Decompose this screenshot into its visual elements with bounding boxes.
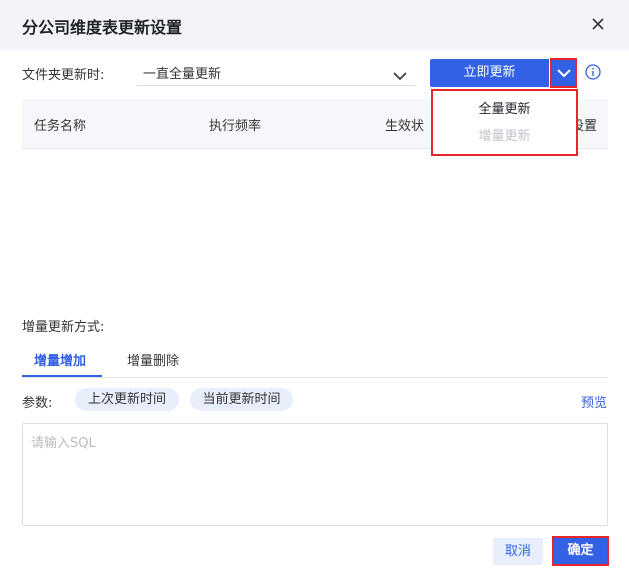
update-options-dropdown-button[interactable] bbox=[550, 58, 577, 88]
close-icon[interactable] bbox=[588, 14, 608, 34]
menu-item-incremental-update: 增量更新 bbox=[478, 129, 531, 144]
chevron-down-icon bbox=[393, 66, 407, 81]
chevron-down-icon bbox=[557, 69, 571, 78]
sql-placeholder: 请输入SQL bbox=[31, 436, 96, 451]
info-icon[interactable] bbox=[585, 64, 601, 80]
confirm-button[interactable]: 确定 bbox=[552, 536, 609, 566]
tab-incremental-add[interactable]: 增量增加 bbox=[34, 350, 86, 369]
params-label: 参数: bbox=[22, 396, 53, 411]
preview-link[interactable]: 预览 bbox=[581, 392, 607, 411]
update-mode-value: 一直全量更新 bbox=[143, 67, 222, 82]
incremental-mode-label: 增量更新方式: bbox=[22, 320, 105, 335]
tab-active-indicator bbox=[22, 375, 102, 377]
menu-item-full-update[interactable]: 全量更新 bbox=[433, 98, 576, 117]
update-mode-select[interactable]: 一直全量更新 bbox=[137, 58, 415, 86]
tabs-divider bbox=[22, 377, 608, 378]
folder-update-label: 文件夹更新时: bbox=[22, 68, 105, 83]
column-header-status: 生效状 bbox=[385, 119, 425, 134]
cancel-button[interactable]: 取消 bbox=[493, 538, 543, 565]
tab-incremental-delete[interactable]: 增量删除 bbox=[127, 350, 179, 369]
param-chip-current-update-time[interactable]: 当前更新时间 bbox=[190, 388, 293, 411]
sql-input[interactable]: 请输入SQL bbox=[22, 423, 608, 526]
column-header-task-name: 任务名称 bbox=[34, 119, 87, 134]
param-chip-last-update-time[interactable]: 上次更新时间 bbox=[75, 388, 179, 411]
update-now-button[interactable]: 立即更新 bbox=[430, 59, 549, 87]
dialog-title: 分公司维度表更新设置 bbox=[22, 18, 183, 37]
column-header-frequency: 执行频率 bbox=[209, 119, 262, 134]
update-options-menu: 全量更新 增量更新 bbox=[431, 89, 578, 156]
